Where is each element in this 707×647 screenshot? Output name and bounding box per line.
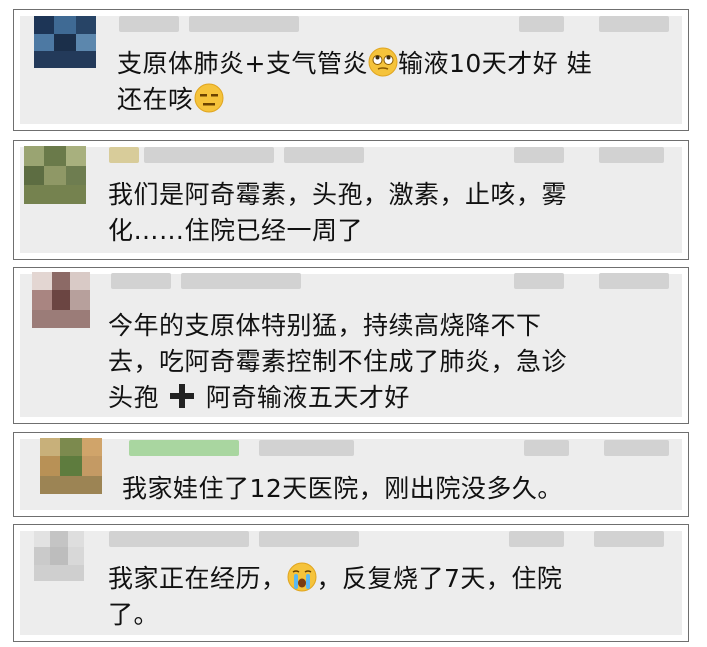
comment-text: 今年的支原体特别猛，持续高烧降不下 去，吃阿奇霉素控制不住成了肺炎，急诊 头孢 … [108, 308, 678, 416]
blurred-username [119, 16, 319, 32]
blurred-username [109, 531, 379, 547]
comment-card: 我家正在经历， ，反复烧了7天，住院 了。 [13, 524, 689, 642]
rolling-eyes-emoji-icon [368, 47, 398, 77]
comment-text-part: 阿奇输液五天才好 [197, 383, 410, 412]
comment-text-part: 我家正在经历， [108, 564, 287, 593]
blurred-timestamp [519, 16, 679, 32]
blurred-username [109, 147, 369, 163]
comment-text: 我们是阿奇霉素，头孢，激素，止咳，雾 化……住院已经一周了 [108, 180, 568, 245]
heavy-plus-emoji-icon [170, 384, 195, 408]
blurred-timestamp [514, 147, 674, 163]
comment-text-part: 支原体肺炎+支气管炎 [117, 49, 368, 78]
avatar[interactable] [34, 531, 84, 581]
comment-text: 我家娃住了12天医院，刚出院没多久。 [122, 474, 563, 503]
avatar[interactable] [32, 272, 90, 328]
comment-card: 支原体肺炎+支气管炎 输液10天才好 娃 还在咳 [13, 9, 689, 131]
blurred-timestamp [514, 273, 674, 289]
blurred-username [129, 440, 369, 456]
comment-text: 我家正在经历， ，反复烧了7天，住院 了。 [108, 561, 673, 633]
blurred-timestamp [509, 531, 669, 547]
comment-card: 今年的支原体特别猛，持续高烧降不下 去，吃阿奇霉素控制不住成了肺炎，急诊 头孢 … [13, 267, 689, 424]
blurred-timestamp [524, 440, 674, 456]
expressionless-emoji-icon [194, 83, 224, 113]
blurred-username [111, 273, 331, 289]
comment-card: 我家娃住了12天医院，刚出院没多久。 [13, 432, 689, 517]
comment-text: 支原体肺炎+支气管炎 输液10天才好 娃 还在咳 [117, 46, 677, 118]
avatar[interactable] [34, 16, 96, 68]
comment-card: 我们是阿奇霉素，头孢，激素，止咳，雾 化……住院已经一周了 [13, 140, 689, 260]
crying-emoji-icon [287, 562, 317, 592]
avatar[interactable] [24, 146, 86, 204]
avatar[interactable] [40, 438, 102, 494]
